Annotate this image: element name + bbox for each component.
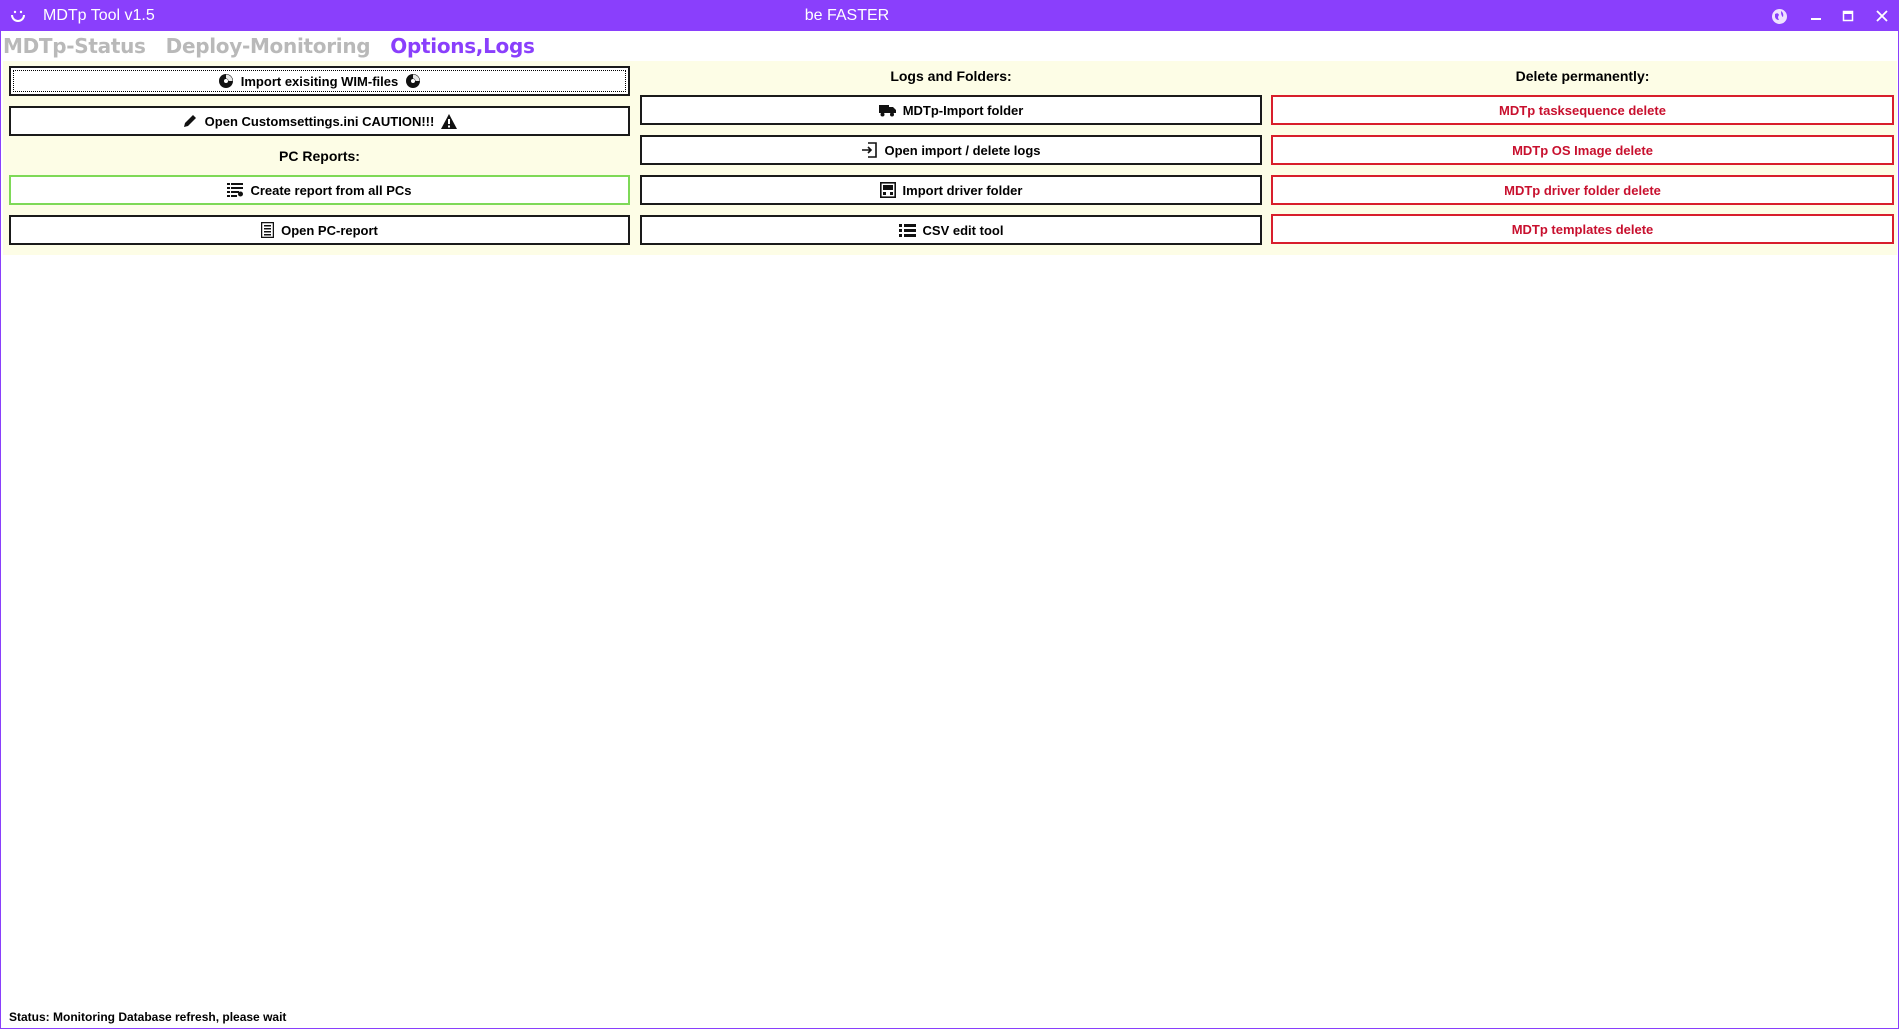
csv-edit-tool-label: CSV edit tool — [922, 222, 1004, 238]
truck-icon — [878, 103, 896, 117]
import-driver-folder-button[interactable]: Import driver folder — [640, 175, 1262, 205]
logs-folders-heading: Logs and Folders: — [890, 68, 1012, 84]
minimize-icon[interactable] — [1805, 6, 1827, 26]
pc-reports-heading: PC Reports: — [279, 148, 360, 164]
driver-folder-delete-button[interactable]: MDTp driver folder delete — [1271, 175, 1894, 205]
os-image-delete-label: MDTp OS Image delete — [1512, 142, 1653, 158]
open-logs-label: Open import / delete logs — [884, 142, 1041, 158]
csv-edit-tool-button[interactable]: CSV edit tool — [640, 215, 1262, 245]
os-image-delete-button[interactable]: MDTp OS Image delete — [1271, 135, 1894, 165]
close-icon[interactable] — [1871, 6, 1893, 26]
open-logs-button[interactable]: Open import / delete logs — [640, 135, 1262, 165]
disc-icon — [405, 73, 421, 89]
tab-deploy-monitoring[interactable]: Deploy-Monitoring — [166, 34, 371, 60]
mdtp-import-folder-button[interactable]: MDTp-Import folder — [640, 95, 1262, 125]
tab-mdtp-status[interactable]: MDTp-Status — [3, 34, 146, 60]
tab-bar: MDTp-Status Deploy-Monitoring Options,Lo… — [3, 34, 535, 60]
status-text: Status: Monitoring Database refresh, ple… — [9, 1010, 287, 1024]
sign-in-icon — [861, 142, 878, 158]
document-icon — [261, 222, 275, 238]
import-wim-label: Import exisiting WIM-files — [240, 73, 399, 89]
tasksequence-delete-label: MDTp tasksequence delete — [1499, 102, 1666, 118]
templates-delete-label: MDTp templates delete — [1511, 221, 1654, 237]
delete-permanently-heading: Delete permanently: — [1515, 68, 1650, 84]
tab-options-logs[interactable]: Options,Logs — [390, 34, 535, 60]
templates-delete-button[interactable]: MDTp templates delete — [1271, 214, 1894, 244]
warning-icon — [441, 113, 458, 129]
list-icon — [898, 223, 916, 237]
tasksequence-delete-button[interactable]: MDTp tasksequence delete — [1271, 95, 1894, 125]
open-customsettings-label: Open Customsettings.ini CAUTION!!! — [204, 113, 435, 129]
open-pc-report-button[interactable]: Open PC-report — [9, 215, 630, 245]
import-wim-button[interactable]: Import exisiting WIM-files — [9, 66, 630, 96]
create-report-label: Create report from all PCs — [250, 182, 412, 198]
import-driver-folder-label: Import driver folder — [902, 182, 1023, 198]
disc-icon — [218, 73, 234, 89]
create-report-button[interactable]: Create report from all PCs — [9, 175, 630, 205]
pencil-icon — [182, 113, 198, 129]
driver-folder-delete-label: MDTp driver folder delete — [1504, 182, 1661, 198]
globe-icon[interactable] — [1768, 6, 1790, 26]
maximize-icon[interactable] — [1837, 6, 1859, 26]
open-pc-report-label: Open PC-report — [281, 222, 378, 238]
open-customsettings-button[interactable]: Open Customsettings.ini CAUTION!!! — [9, 106, 630, 136]
options-panel: Import exisiting WIM-files Open Customse… — [3, 61, 1897, 255]
driver-icon — [879, 182, 896, 198]
mdtp-import-folder-label: MDTp-Import folder — [902, 102, 1024, 118]
app-window: MDTp Tool v1.5 be FASTER MDTp-Status Dep… — [0, 0, 1899, 1029]
list-icon — [227, 183, 244, 197]
title-bar[interactable]: MDTp Tool v1.5 be FASTER — [1, 1, 1898, 31]
window-slogan: be FASTER — [804, 7, 890, 24]
